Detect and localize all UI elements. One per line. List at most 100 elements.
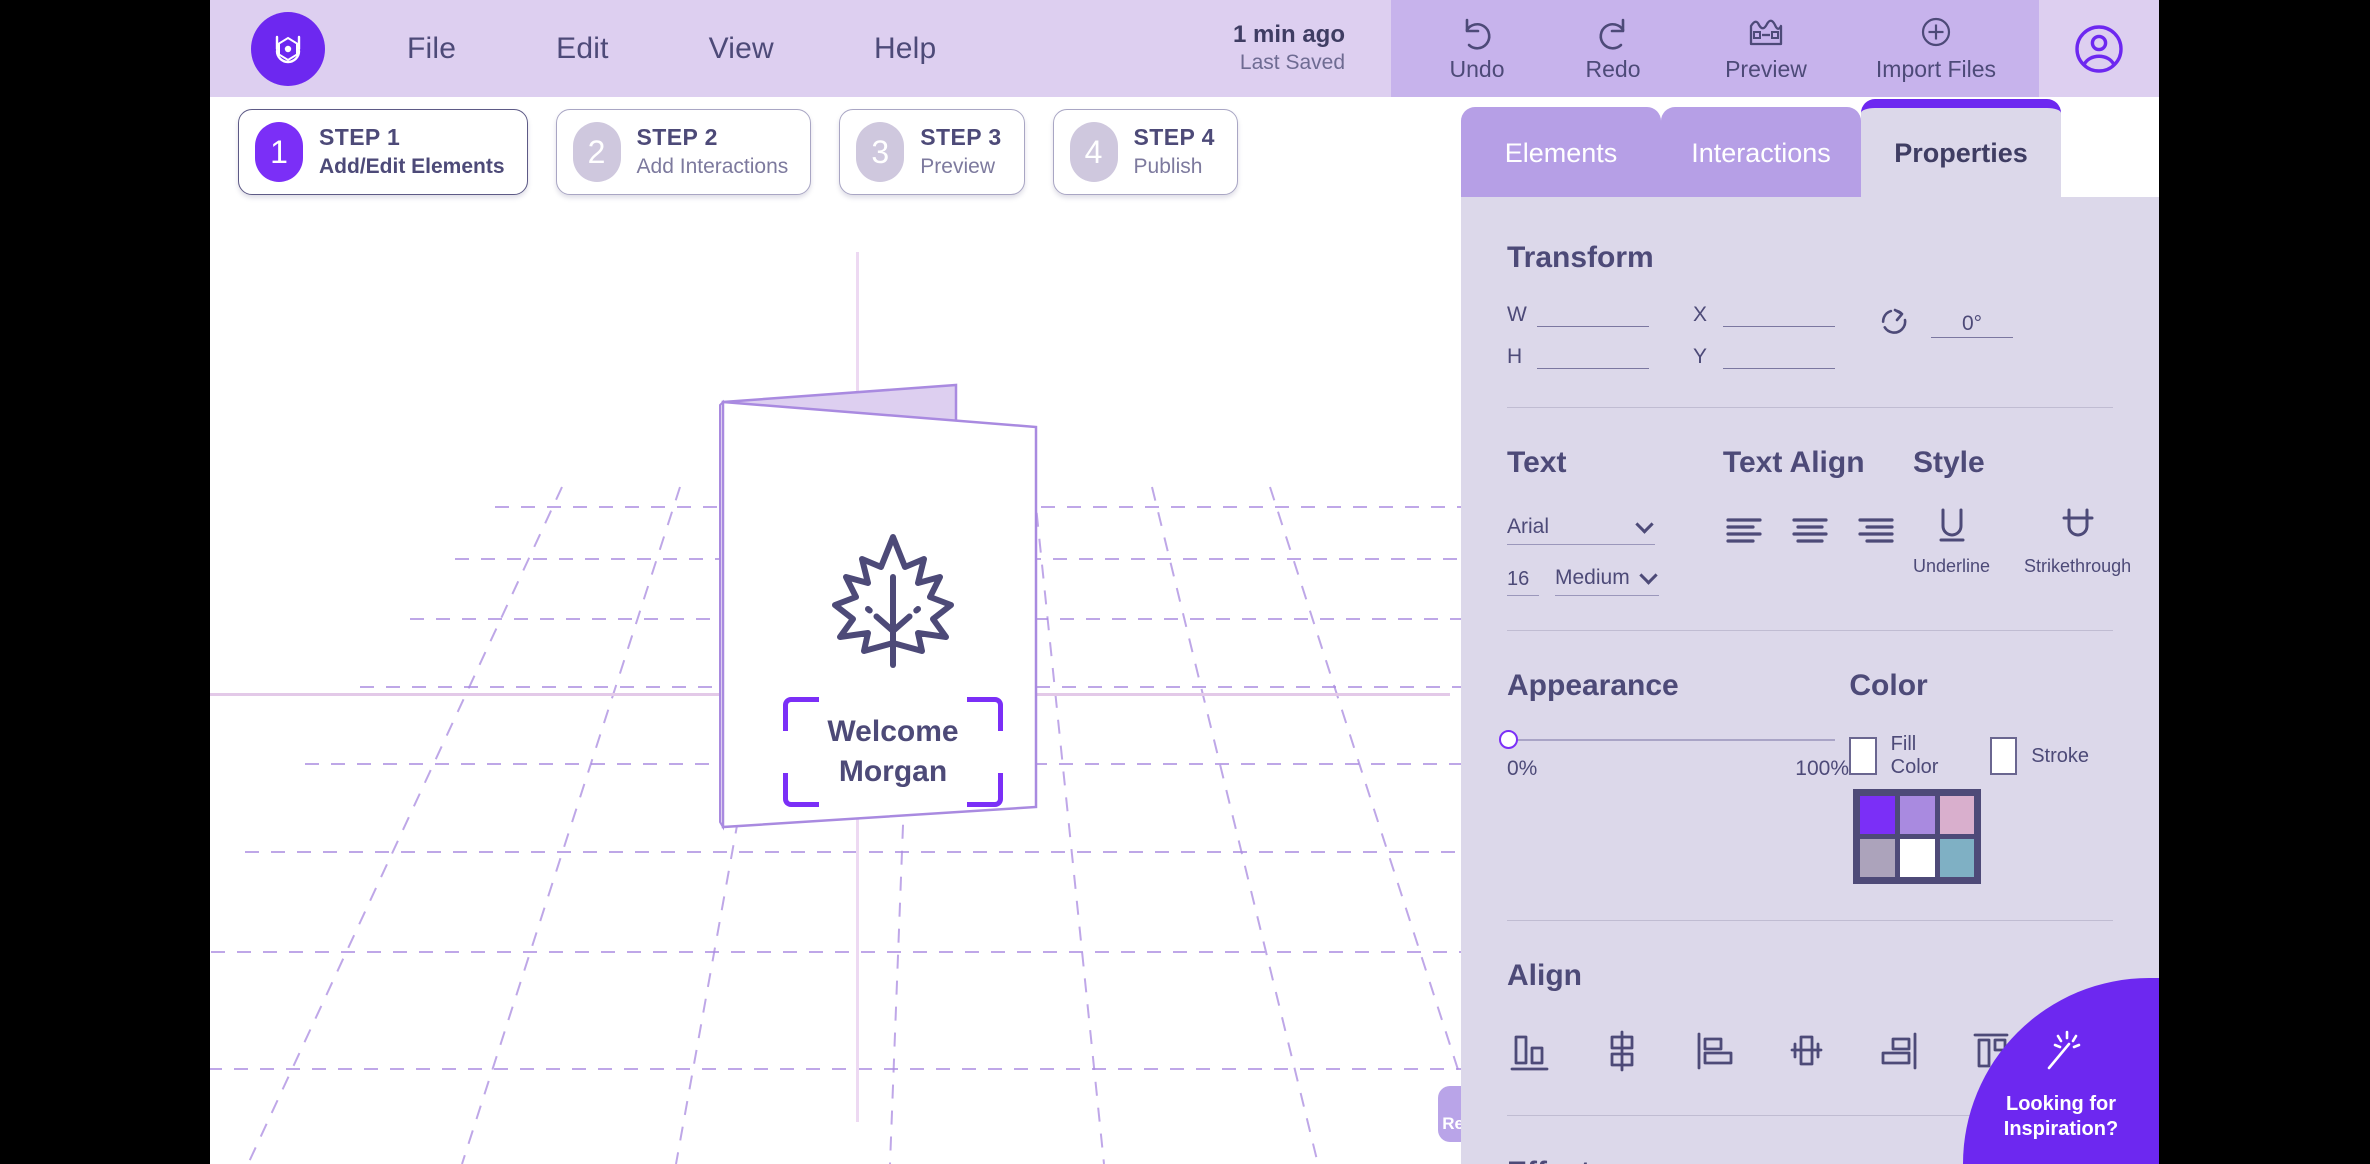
color-swatch-row: Fill Color Stroke <box>1849 733 2113 779</box>
align-right-edges-icon[interactable] <box>1875 1027 1923 1075</box>
strikethrough-label: Strikethrough <box>2024 556 2132 576</box>
card-greeting-text[interactable]: Welcome Morgan <box>783 697 1003 807</box>
undo-label: Undo <box>1449 56 1505 82</box>
menu-bar: File Edit View Help 1 min ago Last Saved… <box>210 0 2159 97</box>
y-label: Y <box>1693 345 1708 368</box>
font-size-input[interactable] <box>1507 564 1539 596</box>
style-column: Style Underline Strikethrough <box>1913 446 2131 596</box>
step-2-title: STEP 2 <box>636 124 718 151</box>
x-label: X <box>1693 303 1708 326</box>
panel-body: Transform W H X Y 0° Text Arial 16 Mediu… <box>1461 197 2159 1164</box>
align-left-edges-icon[interactable] <box>1691 1027 1739 1075</box>
align-right-icon[interactable] <box>1855 510 1897 552</box>
step-1-title: STEP 1 <box>319 124 401 151</box>
color-column: Color Fill Color Stroke <box>1849 669 2113 884</box>
align-bottom-icon[interactable] <box>1507 1027 1555 1075</box>
step-4-subtitle: Publish <box>1133 155 1203 179</box>
rotation-input[interactable] <box>1931 310 2013 338</box>
step-3-title: STEP 3 <box>920 124 1002 151</box>
width-input[interactable] <box>1537 301 1649 327</box>
align-left-icon[interactable] <box>1723 510 1765 552</box>
preview-button[interactable]: Preview <box>1681 0 1851 97</box>
import-files-label: Import Files <box>1875 56 1997 82</box>
palette-swatch-gray[interactable] <box>1860 839 1896 877</box>
x-input[interactable] <box>1723 301 1835 327</box>
transform-position-fields: X Y <box>1693 301 1835 369</box>
palette-swatch-white[interactable] <box>1900 839 1935 877</box>
underline-icon <box>1939 508 1965 542</box>
style-options: Underline Strikethrough <box>1913 502 2131 577</box>
align-title: Align <box>1507 959 1582 992</box>
screen: File Edit View Help 1 min ago Last Saved… <box>0 0 2370 1164</box>
opacity-slider-knob[interactable] <box>1499 730 1518 749</box>
step-3[interactable]: 3 STEP 3 Preview <box>839 109 1025 195</box>
align-center-icon[interactable] <box>1789 510 1831 552</box>
import-files-button[interactable]: Import Files <box>1851 0 2021 97</box>
redo-label: Redo <box>1585 56 1641 82</box>
transform-section: Transform W H X Y 0° <box>1507 197 2113 369</box>
logo-glyph <box>275 35 301 63</box>
text-align-title: Text Align <box>1722 446 1865 479</box>
appearance-section: Appearance 0% 100% Color Fill Color Stro… <box>1499 631 2113 920</box>
app-logo-icon[interactable] <box>251 11 325 86</box>
y-input[interactable] <box>1723 343 1835 369</box>
design-canvas[interactable]: Welcome Morgan Edit Inside Card <box>210 207 1461 1164</box>
align-horizontal-center-icon[interactable] <box>1783 1027 1831 1075</box>
x-field: X <box>1693 301 1835 327</box>
color-title: Color <box>1849 669 1928 702</box>
text-title: Text <box>1507 446 1567 479</box>
height-field: H <box>1507 343 1649 369</box>
underline-label: Underline <box>1913 556 1991 576</box>
step-1[interactable]: 1 STEP 1 Add/Edit Elements <box>238 109 528 195</box>
magic-wand-icon <box>2047 1030 2081 1070</box>
font-weight-select[interactable]: Medium <box>1555 559 1659 595</box>
style-title: Style <box>1913 446 1985 479</box>
fill-color-swatch[interactable] <box>1849 737 1877 775</box>
transform-size-fields: W H <box>1507 301 1649 369</box>
greeting-card[interactable]: Welcome Morgan <box>718 367 1068 897</box>
height-input[interactable] <box>1537 343 1649 369</box>
menu-item-edit[interactable]: Edit <box>534 22 631 76</box>
menu-items: File Edit View Help <box>385 22 1014 76</box>
palette-swatch-teal[interactable] <box>1939 839 1975 877</box>
palette-swatch-lavender[interactable] <box>1900 796 1935 834</box>
preview-card-icon <box>1749 19 1783 46</box>
inspiration-caption: Looking for Inspiration? <box>2004 1092 2118 1142</box>
step-2[interactable]: 2 STEP 2 Add Interactions <box>555 109 812 195</box>
step-4[interactable]: 4 STEP 4 Publish <box>1052 109 1238 195</box>
color-palette <box>1853 789 1982 884</box>
preview-label: Preview <box>1725 56 1807 82</box>
opacity-slider[interactable] <box>1499 730 1835 749</box>
menu-item-file[interactable]: File <box>385 22 478 76</box>
transform-title: Transform <box>1507 241 1654 274</box>
y-field: Y <box>1693 343 1835 369</box>
rotate-icon[interactable] <box>1879 307 1913 341</box>
transform-fields: W H X Y 0° <box>1507 301 2113 369</box>
underline-button[interactable]: Underline <box>1913 502 1990 577</box>
inspiration-line-2: Inspiration? <box>2003 1118 2119 1140</box>
account-button[interactable] <box>2039 0 2159 97</box>
step-1-subtitle: Add/Edit Elements <box>319 155 505 179</box>
tab-properties[interactable]: Properties <box>1861 99 2061 199</box>
palette-swatch-purple[interactable] <box>1860 796 1896 834</box>
card-greeting-line-2: Morgan <box>838 755 948 788</box>
opacity-slider-captions: 0% 100% <box>1507 757 1849 781</box>
strikethrough-button[interactable]: Strikethrough <box>2024 502 2131 577</box>
panel-tabs: Elements Interactions Properties <box>1461 97 2061 199</box>
undo-button[interactable]: Undo <box>1409 0 1545 97</box>
step-4-title: STEP 4 <box>1133 124 1215 151</box>
align-vertical-center-icon[interactable] <box>1599 1027 1647 1075</box>
tab-interactions[interactable]: Interactions <box>1661 107 1861 199</box>
opacity-min-label: 0% <box>1507 757 1538 780</box>
appearance-column: Appearance 0% 100% <box>1499 669 1849 884</box>
toolbar: Undo Redo Preview Import Files <box>1391 0 2039 97</box>
tab-elements[interactable]: Elements <box>1461 107 1661 199</box>
card-greeting-line-1: Welcome <box>827 715 959 749</box>
menu-item-help[interactable]: Help <box>852 22 959 76</box>
menu-item-view[interactable]: View <box>687 22 796 76</box>
palette-swatch-pink[interactable] <box>1939 796 1975 834</box>
redo-button[interactable]: Redo <box>1545 0 1681 97</box>
card-text-selection[interactable]: Welcome Morgan <box>783 697 1003 807</box>
font-family-select[interactable]: Arial <box>1507 508 1655 544</box>
stroke-color-swatch[interactable] <box>1989 737 2018 775</box>
